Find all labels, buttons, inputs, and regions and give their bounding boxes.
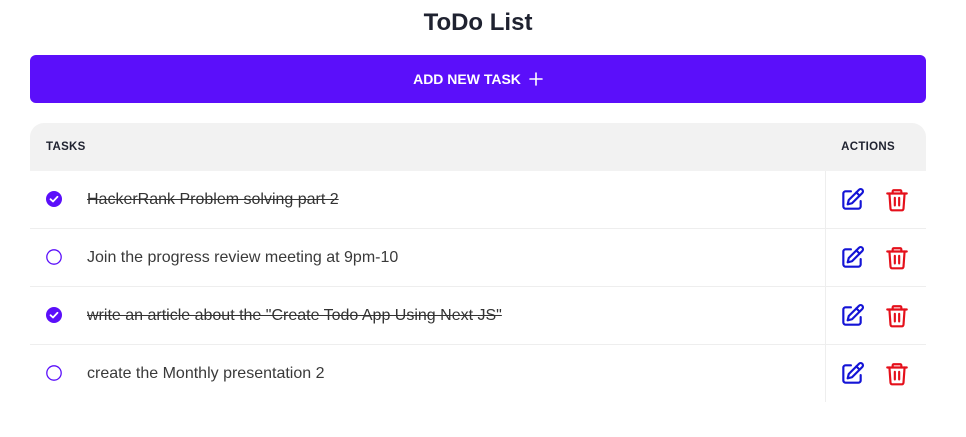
table-row: create the Monthly presentation 2 [30,345,926,403]
edit-icon [839,188,865,216]
edit-icon [839,246,865,274]
delete-task-button[interactable] [884,187,910,213]
trash-icon [884,189,910,216]
edit-task-button[interactable] [839,187,865,213]
actions-cell [825,345,926,402]
actions-column-header: ACTIONS [841,141,895,153]
actions-cell [825,287,926,344]
task-text: write an article about the "Create Todo … [87,306,502,324]
task-list: HackerRank Problem solving part 2 Join t… [30,171,926,403]
task-checkbox-unchecked[interactable] [46,365,62,381]
page-title: ToDo List [423,9,533,36]
edit-icon [839,304,865,332]
task-checkbox-unchecked[interactable] [46,249,62,265]
table-row: write an article about the "Create Todo … [30,287,926,345]
actions-cell [825,229,926,286]
task-text: HackerRank Problem solving part 2 [87,190,339,208]
edit-task-button[interactable] [839,361,865,387]
task-checkbox-checked[interactable] [46,307,62,323]
delete-task-button[interactable] [884,361,910,387]
trash-icon [884,363,910,390]
table-header: TASKS ACTIONS [30,123,926,171]
add-new-task-label: ADD NEW TASK [413,71,521,87]
plus-icon [529,72,543,86]
delete-task-button[interactable] [884,303,910,329]
add-new-task-button[interactable]: ADD NEW TASK [30,55,926,103]
delete-task-button[interactable] [884,245,910,271]
edit-task-button[interactable] [839,245,865,271]
trash-icon [884,305,910,332]
task-checkbox-checked[interactable] [46,191,62,207]
task-text: create the Monthly presentation 2 [87,365,325,382]
tasks-column-header: TASKS [46,141,86,153]
table-row: Join the progress review meeting at 9pm-… [30,229,926,287]
edit-icon [839,362,865,390]
table-row: HackerRank Problem solving part 2 [30,171,926,229]
task-text: Join the progress review meeting at 9pm-… [87,248,399,266]
actions-cell [825,171,926,228]
task-table: TASKS ACTIONS HackerRank Problem solving… [30,123,926,403]
trash-icon [884,247,910,274]
edit-task-button[interactable] [839,303,865,329]
todo-app: ToDo List ADD NEW TASK TASKS ACTIONS Hac… [0,0,966,437]
